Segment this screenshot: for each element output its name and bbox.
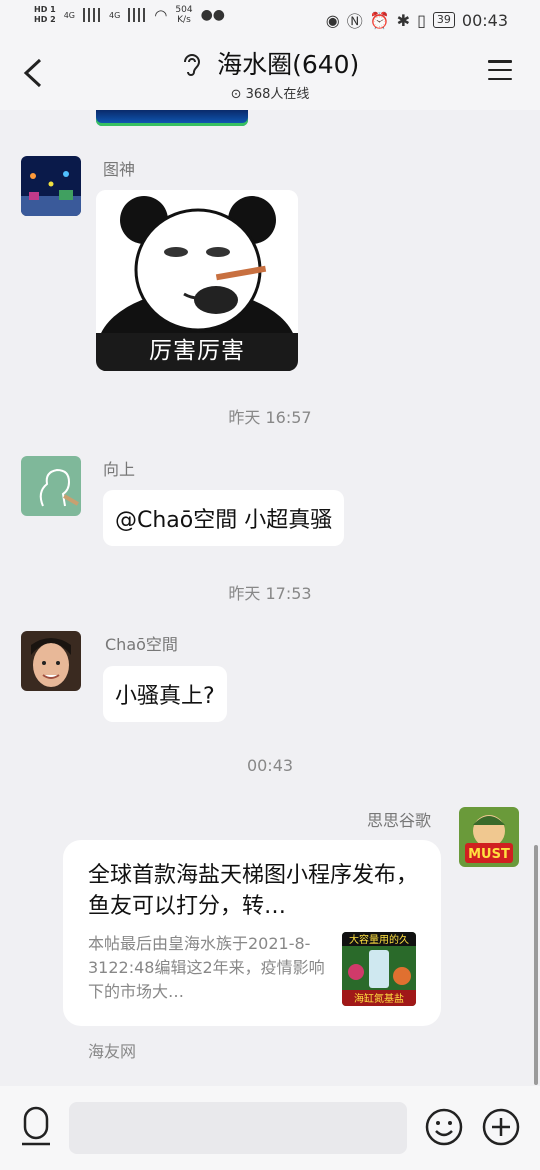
status-right: ◉ Ⓝ ⏰ ✱ ▯ 39 00:43 <box>326 8 508 32</box>
smiley-icon <box>425 1108 463 1146</box>
timestamp: 昨天 17:53 <box>228 584 312 603</box>
timestamp: 昨天 16:57 <box>228 408 312 427</box>
nfc-icon: Ⓝ <box>346 12 363 31</box>
group-title: 海水圈(640) <box>217 50 360 79</box>
wifi-icon: ◠ <box>154 6 168 24</box>
link-card[interactable]: 全球首款海盐天梯图小程序发布，鱼友可以打分，转… 本帖最后由皇海水族于2021-… <box>63 840 441 1026</box>
online-label: 368人在线 <box>245 87 310 102</box>
ear-icon <box>181 54 207 78</box>
product-thumbnail-image: 大容量用的久 海缸氮基盐 <box>342 932 416 1006</box>
avatar-sisigooge[interactable]: MUST <box>459 807 519 867</box>
net-speed: 504 K/s <box>175 5 192 25</box>
sender-name: 图神 <box>103 160 136 179</box>
sender-name: Chaō空間 <box>105 635 178 654</box>
thumb-banner-text: 海缸氮基盐 <box>354 992 404 1005</box>
net1-label: 4G <box>63 10 75 20</box>
avatar-tushen[interactable] <box>21 156 81 216</box>
more-button[interactable] <box>482 1108 520 1146</box>
text-bubble[interactable]: 小骚真上? <box>103 666 227 722</box>
sender-name: 思思谷歌 <box>367 811 432 830</box>
speed-value: 504 <box>175 5 193 15</box>
input-bar <box>0 1086 540 1170</box>
thumb-text: 大容量用的久 <box>349 933 409 946</box>
text-bubble[interactable]: @Chaō空間 小超真骚 <box>103 490 345 546</box>
menu-line <box>488 68 512 72</box>
chat-header: 海水圈(640) ⊙ 368人在线 <box>0 38 540 110</box>
microphone-icon <box>22 1106 50 1146</box>
menu-button[interactable] <box>488 60 512 80</box>
title-area[interactable]: 海水圈(640) ⊙ 368人在线 <box>0 50 540 102</box>
cartoon-avatar-image: MUST <box>459 807 519 867</box>
status-left: HD 1 HD 2 4G 4G ◠ 504 K/s ●● <box>34 5 225 25</box>
message-input[interactable] <box>69 1102 407 1154</box>
menu-line <box>488 60 512 63</box>
battery-icon: 39 <box>432 12 455 28</box>
avatar-chao[interactable] <box>21 631 81 691</box>
card-source: 海友网 <box>88 1042 137 1061</box>
hd1-label: HD 1 <box>34 5 56 14</box>
menu-line <box>488 77 512 80</box>
avatar-badge-text: MUST <box>468 847 510 862</box>
net2-label: 4G <box>108 10 121 20</box>
title-row: 海水圈(640) <box>0 50 540 81</box>
online-count: ⊙ 368人在线 <box>0 83 540 102</box>
bluetooth-icon: ✱ <box>396 10 411 30</box>
signal-icon <box>82 8 101 22</box>
sketch-avatar-image <box>21 456 81 516</box>
sticker-caption: 厉害厉害 <box>96 333 298 371</box>
timestamp: 00:43 <box>246 756 294 775</box>
hd-indicator: HD 1 HD 2 <box>34 5 56 25</box>
photo-avatar-image <box>21 631 81 691</box>
voice-button[interactable] <box>20 1106 52 1150</box>
avatar-xiangshang[interactable] <box>21 456 81 516</box>
eye-icon: ◉ <box>325 10 340 30</box>
scrollbar[interactable] <box>534 845 538 1085</box>
sticker-message[interactable]: 厉害厉害 <box>96 190 298 371</box>
chat-area[interactable]: 图神 厉害厉害 昨天 16:57 向上 @Chaō空間 小超真骚 昨天 17:5… <box>0 110 540 1086</box>
card-thumbnail: 大容量用的久 海缸氮基盐 <box>342 932 416 1006</box>
wechat-icon: ●● <box>200 7 225 23</box>
card-description: 本帖最后由皇海水族于2021-8-3122:48编辑这2年来，疫情影响下的市场大… <box>88 934 325 1001</box>
speed-unit: K/s <box>177 15 191 25</box>
check-circle-icon: ⊙ <box>230 87 242 102</box>
sender-name: 向上 <box>103 460 136 479</box>
plus-circle-icon <box>482 1108 520 1146</box>
aquarium-avatar-image <box>21 156 81 216</box>
hd2-label: HD 2 <box>34 15 56 24</box>
signal-icon-2 <box>128 8 147 22</box>
clock: 00:43 <box>461 10 508 30</box>
emoji-button[interactable] <box>425 1108 463 1146</box>
status-bar: HD 1 HD 2 4G 4G ◠ 504 K/s ●● ◉ Ⓝ ⏰ ✱ ▯ 3… <box>0 0 540 38</box>
previous-image-message[interactable] <box>96 110 248 126</box>
vibrate-icon: ▯ <box>417 10 426 30</box>
alarm-icon: ⏰ <box>369 10 390 30</box>
card-title: 全球首款海盐天梯图小程序发布，鱼友可以打分，转… <box>88 863 419 919</box>
